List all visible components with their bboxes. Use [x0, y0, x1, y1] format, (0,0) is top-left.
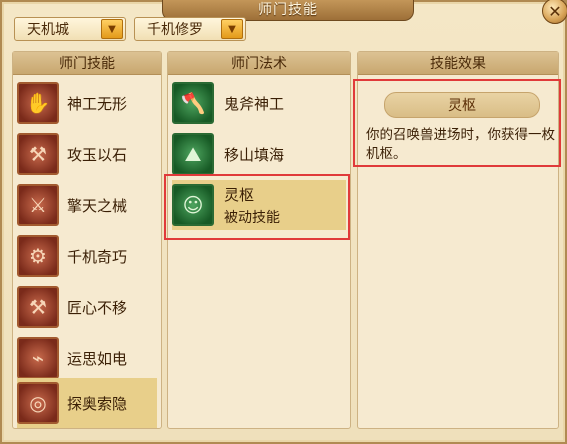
branch-dropdown-label: 千机修罗 — [147, 22, 203, 38]
window-title: 师门技能 — [258, 2, 318, 18]
school-dropdown[interactable]: 天机城 ▼ — [14, 17, 126, 41]
skill-label: 匠心不移 — [67, 298, 128, 317]
skill-item-4[interactable]: ⚙ 千机奇巧 — [17, 231, 157, 281]
mountain-icon: ⛰ — [172, 133, 214, 175]
lightning-icon: ⌁ — [17, 337, 59, 379]
spell-item-2[interactable]: ⛰ 移山填海 — [172, 129, 346, 179]
tools-icon: ⚒ — [17, 133, 59, 175]
chevron-down-icon[interactable]: ▼ — [221, 19, 243, 39]
hammer-icon: ⚒ — [17, 286, 59, 328]
highlight-box-spell — [164, 174, 350, 240]
spell-label: 鬼斧神工 — [224, 94, 285, 113]
school-spells-header: 师门法术 — [168, 52, 350, 75]
branch-dropdown[interactable]: 千机修罗 ▼ — [134, 17, 246, 41]
highlight-box-effect — [353, 79, 561, 167]
school-skills-header: 师门技能 — [13, 52, 161, 75]
skill-label: 运思如电 — [67, 349, 128, 368]
skill-item-5[interactable]: ⚒ 匠心不移 — [17, 282, 157, 332]
hand-icon: ✋ — [17, 82, 59, 124]
chevron-down-icon[interactable]: ▼ — [101, 19, 123, 39]
school-dropdown-label: 天机城 — [27, 22, 69, 38]
skill-item-1[interactable]: ✋ 神工无形 — [17, 78, 157, 128]
skill-item-7[interactable]: ◎ 探奥索隐 — [17, 378, 157, 428]
skill-item-3[interactable]: ⚔ 擎天之械 — [17, 180, 157, 230]
spell-item-1[interactable]: 🪓 鬼斧神工 — [172, 78, 346, 128]
gear-icon: ⚙ — [17, 235, 59, 277]
school-skills-panel: 师门技能 ✋ 神工无形 ⚒ 攻玉以石 ⚔ 擎天之械 ⚙ 千机奇巧 ⚒ 匠心不移 … — [12, 51, 162, 429]
axe-icon: 🪓 — [172, 82, 214, 124]
spiral-icon: ◎ — [17, 382, 59, 424]
close-icon: ✕ — [548, 1, 562, 21]
skill-window: 师门技能 ✕ 天机城 ▼ 千机修罗 ▼ 师门技能 ✋ 神工无形 ⚒ 攻玉以石 ⚔… — [0, 0, 567, 444]
skill-item-2[interactable]: ⚒ 攻玉以石 — [17, 129, 157, 179]
spell-label: 移山填海 — [224, 145, 285, 164]
skill-label: 探奥索隐 — [67, 394, 128, 413]
skill-label: 神工无形 — [67, 94, 128, 113]
skill-effect-header: 技能效果 — [358, 52, 558, 75]
skill-item-6[interactable]: ⌁ 运思如电 — [17, 333, 157, 383]
skill-label: 千机奇巧 — [67, 247, 128, 266]
skill-label: 擎天之械 — [67, 196, 128, 215]
close-button[interactable]: ✕ — [542, 0, 567, 24]
spear-icon: ⚔ — [17, 184, 59, 226]
skill-label: 攻玉以石 — [67, 145, 128, 164]
school-spells-panel: 师门法术 🪓 鬼斧神工 ⛰ 移山填海 ☺ 灵枢 被动技能 — [167, 51, 351, 429]
